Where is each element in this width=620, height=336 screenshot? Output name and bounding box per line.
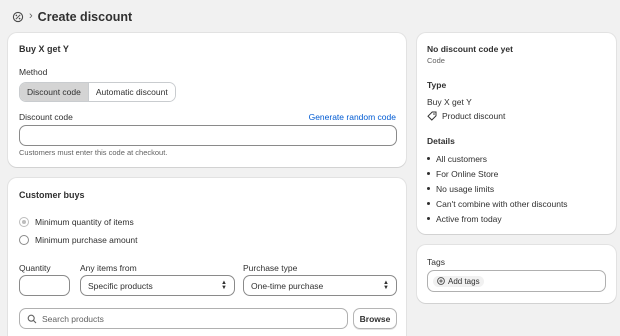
purchase-type-select[interactable]: One-time purchase ▲ ▼ — [243, 275, 397, 296]
any-items-select[interactable]: Specific products ▲ ▼ — [80, 275, 235, 296]
page-title: Create discount — [37, 10, 133, 24]
summary-code-subtitle: Code — [427, 56, 445, 65]
discount-code-help: Customers must enter this code at checko… — [19, 148, 168, 157]
any-items-label: Any items from — [80, 263, 137, 273]
section-title: Buy X get Y — [19, 44, 69, 54]
list-item: Can't combine with other discounts — [427, 196, 568, 211]
list-item: All customers — [427, 151, 568, 166]
summary-code-title: No discount code yet — [427, 44, 513, 54]
summary-card: No discount code yet Code Type Buy X get… — [417, 33, 616, 234]
any-items-value: Specific products — [88, 280, 153, 291]
search-icon — [27, 314, 37, 324]
radio-min-quantity[interactable]: Minimum quantity of items — [19, 217, 134, 227]
details-list: All customers For Online Store No usage … — [427, 151, 568, 226]
quantity-input[interactable] — [19, 275, 70, 296]
method-option-automatic-discount[interactable]: Automatic discount — [88, 83, 175, 101]
generate-random-code-link[interactable]: Generate random code — [309, 112, 396, 122]
add-tags-button[interactable]: Add tags — [433, 275, 484, 287]
type-item: Product discount — [427, 111, 505, 121]
purchase-type-value: One-time purchase — [251, 280, 324, 291]
list-item: For Online Store — [427, 166, 568, 181]
list-item: No usage limits — [427, 181, 568, 196]
type-heading: Type — [427, 80, 447, 90]
details-heading: Details — [427, 136, 455, 146]
list-item: Active from today — [427, 211, 568, 226]
radio-label: Minimum quantity of items — [35, 217, 134, 227]
radio-button[interactable] — [19, 217, 29, 227]
quantity-label: Quantity — [19, 263, 51, 273]
customer-buys-card: Customer buys Minimum quantity of items … — [8, 178, 406, 336]
discount-code-label: Discount code — [19, 112, 73, 122]
discount-icon[interactable] — [12, 11, 24, 23]
type-item-label: Product discount — [442, 111, 506, 121]
method-card: Buy X get Y Method Discount code Automat… — [8, 33, 406, 167]
method-option-discount-code[interactable]: Discount code — [20, 83, 89, 101]
radio-min-amount[interactable]: Minimum purchase amount — [19, 235, 138, 245]
type-value: Buy X get Y — [427, 97, 472, 107]
tags-card: Tags Add tags — [417, 245, 616, 303]
page-header: › Create discount — [12, 8, 132, 26]
select-arrows-icon: ▲ ▼ — [221, 279, 227, 291]
plus-circle-icon — [437, 277, 445, 285]
discount-code-input[interactable] — [19, 125, 397, 146]
purchase-type-label: Purchase type — [243, 263, 298, 273]
method-segmented-control: Discount code Automatic discount — [19, 82, 176, 102]
radio-label: Minimum purchase amount — [35, 235, 138, 245]
search-products-input[interactable]: Search products — [19, 308, 348, 329]
price-tag-icon — [427, 111, 437, 121]
method-label: Method — [19, 67, 48, 77]
tags-heading: Tags — [427, 257, 445, 267]
tags-input[interactable]: Add tags — [427, 270, 606, 292]
add-tags-label: Add tags — [448, 276, 480, 286]
search-placeholder: Search products — [42, 313, 104, 324]
browse-button[interactable]: Browse — [353, 308, 397, 329]
select-arrows-icon: ▲ ▼ — [383, 279, 389, 291]
radio-button[interactable] — [19, 235, 29, 245]
chevron-right-icon: › — [29, 10, 33, 22]
customer-buys-title: Customer buys — [19, 190, 85, 200]
